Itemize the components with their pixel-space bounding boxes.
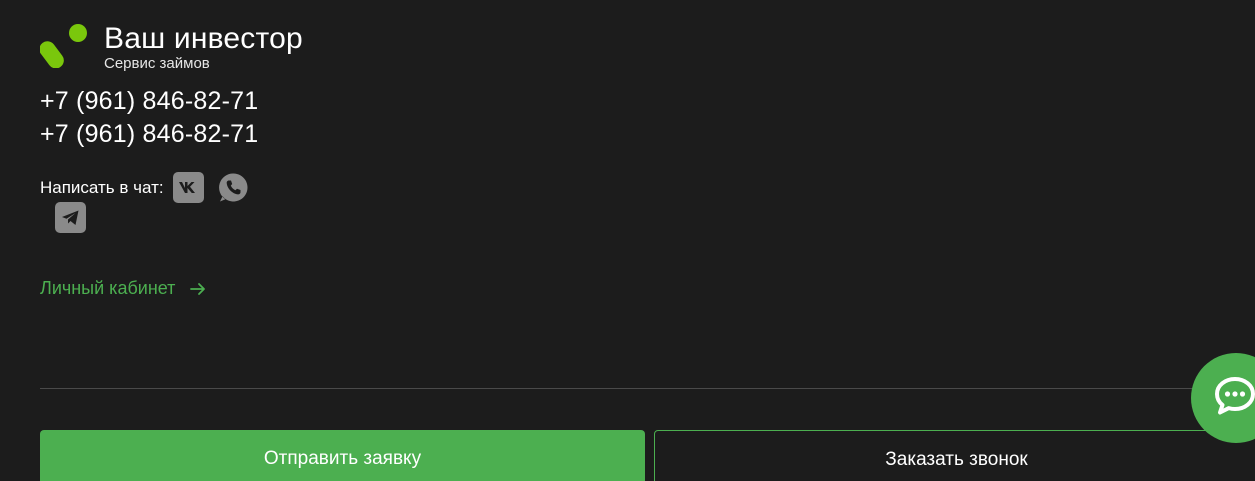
phone-link-2[interactable]: +7 (961) 846-82-71 [40,119,258,149]
chat-label: Написать в чат: [40,177,164,197]
chat-bubble-icon [1215,377,1255,415]
telegram-icon[interactable] [55,202,86,233]
brand-text: Ваш инвестор Сервис займов [104,24,303,72]
arrow-right-icon [190,282,206,295]
phone-link-1[interactable]: +7 (961) 846-82-71 [40,86,258,116]
request-callback-button[interactable]: Заказать звонок [654,430,1255,481]
brand-logo[interactable]: Ваш инвестор Сервис займов [40,24,303,72]
vk-icon[interactable] [172,172,204,203]
messenger-row: Написать в чат: [40,172,263,203]
footer-page: Ваш инвестор Сервис займов +7 (961) 846-… [0,0,1255,481]
brand-logo-icon [40,24,87,68]
brand-subtitle: Сервис займов [104,55,210,72]
section-divider [40,388,1255,389]
personal-cabinet-label: Личный кабинет [40,278,176,298]
submit-application-button[interactable]: Отправить заявку [40,430,645,481]
whatsapp-icon[interactable] [218,172,249,203]
brand-title: Ваш инвестор [104,22,303,55]
personal-cabinet-link[interactable]: Личный кабинет [40,278,207,299]
